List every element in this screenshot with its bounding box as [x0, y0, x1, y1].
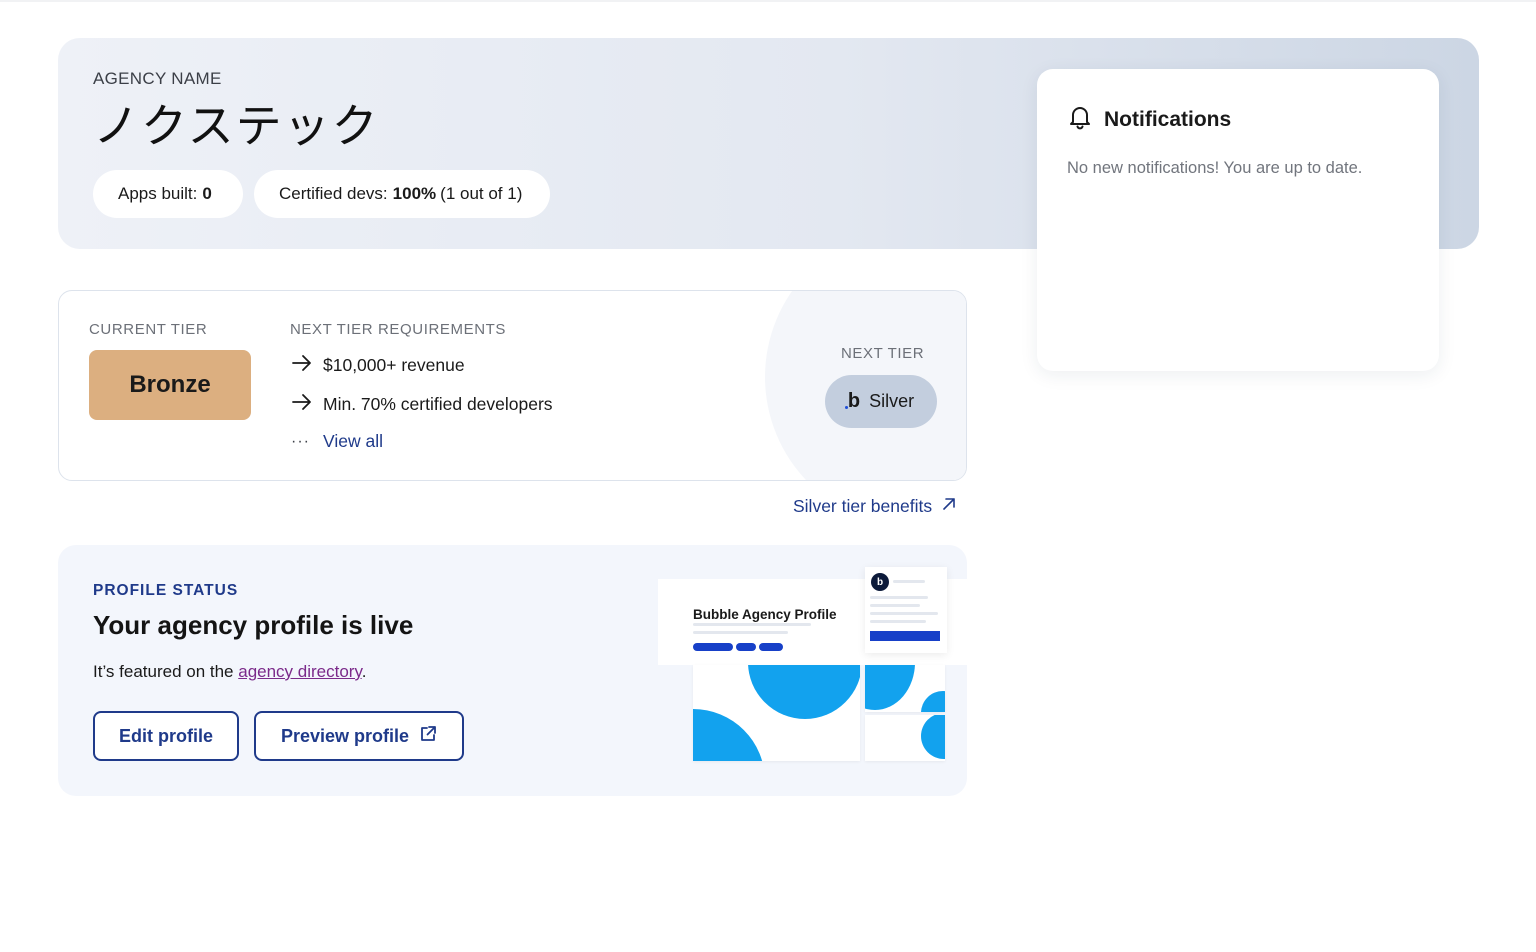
- illustration-pill: [736, 643, 756, 651]
- apps-built-label: Apps built:: [118, 184, 198, 203]
- certified-devs-label: Certified devs:: [279, 184, 388, 203]
- illustration-logo-icon: b: [871, 573, 889, 591]
- preview-profile-button[interactable]: Preview profile: [254, 711, 464, 761]
- illustration-pill: [693, 643, 733, 651]
- illustration-line: [870, 596, 928, 599]
- illustration-line: [870, 604, 920, 607]
- illustration-bar: [870, 631, 940, 641]
- illustration-shape: [693, 709, 765, 761]
- silver-tier-benefits-link[interactable]: Silver tier benefits: [793, 496, 957, 517]
- view-all-label: View all: [323, 431, 383, 451]
- view-all-requirements-link[interactable]: ··· View all: [291, 431, 383, 452]
- tier-card: CURRENT TIER Bronze NEXT TIER REQUIREMEN…: [58, 290, 967, 481]
- edit-profile-label: Edit profile: [119, 725, 213, 746]
- bell-icon: [1068, 104, 1092, 135]
- illustration-tile: [693, 665, 860, 761]
- notifications-panel: Notifications No new notifications! You …: [1037, 69, 1439, 371]
- ellipsis-icon: ···: [291, 432, 310, 450]
- requirement-text: Min. 70% certified developers: [323, 394, 553, 414]
- next-tier-name: Silver: [869, 391, 915, 411]
- profile-status-text: It’s featured on the agency directory.: [93, 662, 366, 682]
- illustration-side-panel: b: [865, 567, 947, 653]
- notifications-header: Notifications: [1068, 104, 1231, 135]
- illustration-shape: [921, 691, 945, 712]
- illustration-title: Bubble Agency Profile: [693, 607, 837, 622]
- illustration-line: [693, 631, 788, 634]
- edit-profile-button[interactable]: Edit profile: [93, 711, 239, 761]
- illustration-pill: [759, 643, 783, 651]
- arrow-up-right-icon: [932, 496, 957, 517]
- agency-name-label: AGENCY NAME: [93, 69, 222, 88]
- illustration-shape: [921, 715, 945, 759]
- certified-devs-stat: Certified devs: 100% (1 out of 1): [254, 170, 550, 218]
- notifications-title: Notifications: [1104, 107, 1232, 131]
- profile-text-before: It’s featured on the: [93, 662, 239, 681]
- illustration-line: [870, 620, 926, 623]
- requirement-text: $10,000+ revenue: [323, 355, 465, 375]
- certified-devs-value: 100%: [392, 184, 437, 203]
- preview-profile-label: Preview profile: [280, 725, 410, 746]
- profile-status-card: PROFILE STATUS Your agency profile is li…: [58, 545, 967, 796]
- profile-status-title: Your agency profile is live: [93, 610, 414, 640]
- external-link-icon: [409, 725, 437, 748]
- illustration-shape: [865, 665, 915, 710]
- illustration-tile: [865, 665, 945, 712]
- illustration-tile: [865, 715, 945, 761]
- requirement-item: $10,000+ revenue: [291, 353, 465, 378]
- bubble-logo-icon: b: [844, 390, 861, 412]
- apps-built-stat: Apps built: 0: [93, 170, 243, 218]
- top-divider: [0, 0, 1536, 2]
- profile-text-after: .: [361, 662, 367, 681]
- illustration-line: [870, 612, 938, 615]
- current-tier-label: CURRENT TIER: [89, 321, 208, 338]
- illustration-shape: [748, 665, 860, 719]
- profile-preview-illustration: Bubble Agency Profile b: [658, 567, 967, 767]
- certified-devs-detail: (1 out of 1): [440, 184, 523, 203]
- requirement-item: Min. 70% certified developers: [291, 392, 553, 417]
- benefits-link-label: Silver tier benefits: [793, 496, 933, 516]
- illustration-line: [693, 623, 811, 626]
- agency-directory-link[interactable]: agency directory: [238, 662, 361, 681]
- next-tier-badge: b Silver: [825, 375, 937, 428]
- agency-name: ノクステック: [93, 99, 380, 153]
- apps-built-value: 0: [202, 184, 212, 203]
- notifications-empty-message: No new notifications! You are up to date…: [1067, 159, 1363, 177]
- next-tier-label: NEXT TIER: [841, 345, 925, 362]
- profile-status-label: PROFILE STATUS: [93, 582, 239, 599]
- current-tier-badge: Bronze: [89, 350, 251, 420]
- illustration-line: [893, 580, 925, 583]
- next-tier-requirements-label: NEXT TIER REQUIREMENTS: [290, 321, 507, 338]
- arrow-right-icon: [291, 353, 323, 378]
- arrow-right-icon: [291, 392, 323, 417]
